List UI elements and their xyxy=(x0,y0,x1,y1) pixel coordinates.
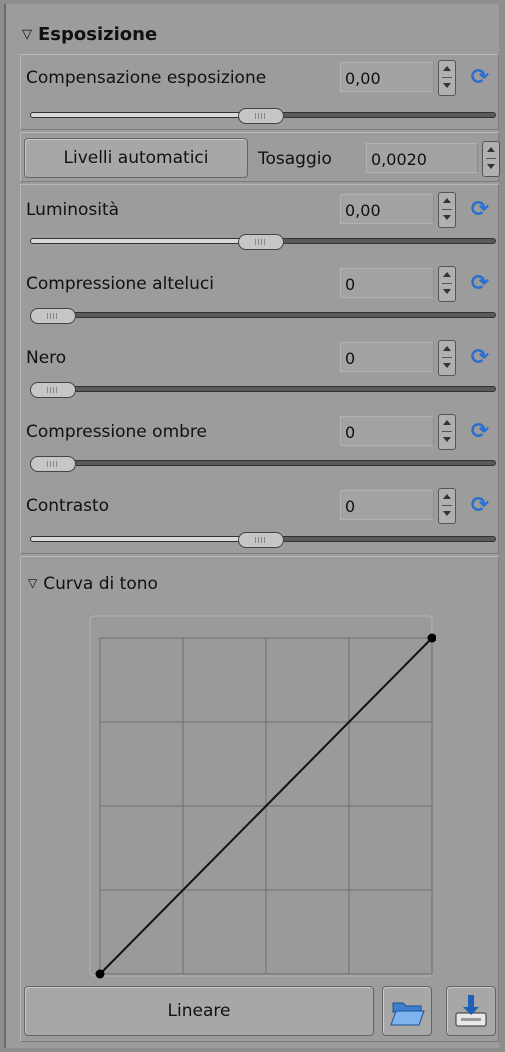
spin-up-icon[interactable] xyxy=(443,198,451,203)
spin-up-icon[interactable] xyxy=(487,147,495,152)
curve-frame xyxy=(89,615,433,977)
spin-up-icon[interactable] xyxy=(443,346,451,351)
compensation-value-field[interactable]: 0,00 xyxy=(340,62,434,92)
black-value-field[interactable]: 0 xyxy=(340,342,434,372)
shadow-compression-spin-buttons[interactable] xyxy=(438,414,456,450)
contrast-value-field[interactable]: 0 xyxy=(340,490,434,520)
spin-up-icon[interactable] xyxy=(443,494,451,499)
spin-up-icon[interactable] xyxy=(443,66,451,71)
spin-down-icon[interactable] xyxy=(443,437,451,442)
spin-down-icon[interactable] xyxy=(443,363,451,368)
load-curve-button[interactable] xyxy=(382,986,432,1036)
highlight-compression-spin-buttons[interactable] xyxy=(438,266,456,302)
compensation-spin-buttons[interactable] xyxy=(438,60,456,96)
collapse-triangle-icon[interactable]: ▽ xyxy=(22,27,32,42)
tone-curve-editor[interactable] xyxy=(88,614,436,980)
highlight-compression-slider-thumb[interactable] xyxy=(30,308,76,324)
shadow-compression-label: Compressione ombre xyxy=(26,422,207,442)
spin-down-icon[interactable] xyxy=(443,511,451,516)
contrast-label: Contrasto xyxy=(26,496,110,516)
slider-fill xyxy=(31,537,263,541)
black-slider-thumb[interactable] xyxy=(30,382,76,398)
brightness-slider-thumb[interactable] xyxy=(238,234,284,250)
collapse-triangle-icon[interactable]: ▽ xyxy=(28,576,37,590)
curve-type-button[interactable]: Lineare xyxy=(24,986,374,1036)
brightness-value-field[interactable]: 0,00 xyxy=(340,194,434,224)
shadow-compression-value-field[interactable]: 0 xyxy=(340,416,434,446)
spin-down-icon[interactable] xyxy=(443,215,451,220)
contrast-spin-buttons[interactable] xyxy=(438,488,456,524)
exposure-header[interactable]: ▽ Esposizione xyxy=(22,24,157,45)
spin-up-icon[interactable] xyxy=(443,420,451,425)
compensation-label: Compensazione esposizione xyxy=(26,68,267,88)
shadow-compression-slider-thumb[interactable] xyxy=(30,456,76,472)
contrast-reset-icon[interactable]: ⟳ xyxy=(467,493,493,519)
spin-down-icon[interactable] xyxy=(443,83,451,88)
spin-down-icon[interactable] xyxy=(487,164,495,169)
clip-label: Tosaggio xyxy=(258,149,332,169)
black-slider-track[interactable] xyxy=(30,386,496,392)
shadow-compression-slider-track[interactable] xyxy=(30,460,496,466)
black-label: Nero xyxy=(26,348,67,368)
highlight-compression-slider-track[interactable] xyxy=(30,312,496,318)
spin-up-icon[interactable] xyxy=(443,272,451,277)
clip-value-field[interactable]: 0,0020 xyxy=(366,143,478,173)
clip-spin-buttons[interactable] xyxy=(482,141,500,177)
highlight-compression-label: Compressione alteluci xyxy=(26,274,215,294)
exposure-title: Esposizione xyxy=(38,24,158,45)
shadow-compression-reset-icon[interactable]: ⟳ xyxy=(467,419,493,445)
folder-open-icon xyxy=(390,1002,425,1026)
contrast-slider-thumb[interactable] xyxy=(238,532,284,548)
exposure-panel: ▽ Esposizione Compensazione esposizione 0… xyxy=(4,4,500,1048)
slider-fill xyxy=(31,113,263,117)
auto-levels-button[interactable]: Livelli automatici xyxy=(24,138,248,178)
compensation-reset-icon[interactable]: ⟳ xyxy=(467,65,493,91)
black-reset-icon[interactable]: ⟳ xyxy=(467,345,493,371)
highlight-compression-value-field[interactable]: 0 xyxy=(340,268,434,298)
brightness-label: Luminosità xyxy=(26,200,120,220)
highlight-compression-reset-icon[interactable]: ⟳ xyxy=(467,271,493,297)
save-icon xyxy=(455,995,487,1027)
black-spin-buttons[interactable] xyxy=(438,340,456,376)
save-curve-button[interactable] xyxy=(446,986,496,1036)
curve-control-point[interactable] xyxy=(95,969,105,979)
slider-fill xyxy=(31,239,263,243)
brightness-reset-icon[interactable]: ⟳ xyxy=(467,197,493,223)
tone-curve-header[interactable]: ▽ Curva di tono xyxy=(28,574,158,594)
brightness-spin-buttons[interactable] xyxy=(438,192,456,228)
compensation-slider-thumb[interactable] xyxy=(238,108,284,124)
spin-down-icon[interactable] xyxy=(443,289,451,294)
tone-curve-title: Curva di tono xyxy=(43,574,158,594)
